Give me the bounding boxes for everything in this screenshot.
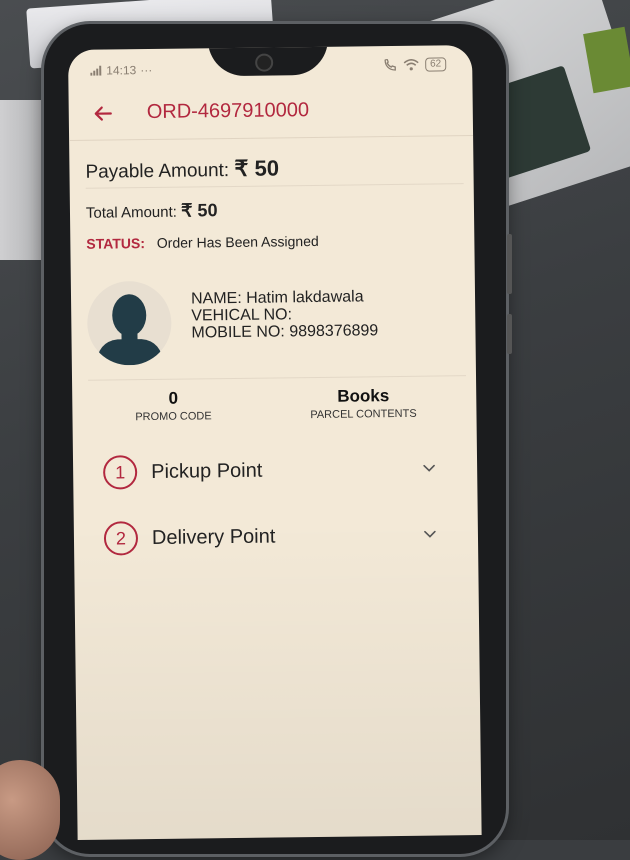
status-bar: 14:13 ··· 62 <box>68 57 472 82</box>
vehicle-label: VEHICAL NO: <box>191 306 292 324</box>
status-text: Order Has Been Assigned <box>157 233 319 251</box>
payable-value: ₹ 50 <box>234 155 279 181</box>
driver-name: Hatim lakdawala <box>246 288 364 306</box>
finger <box>0 760 60 860</box>
driver-name-row: NAME: Hatim lakdawala <box>191 288 378 307</box>
volume-button <box>507 234 512 294</box>
avatar <box>87 281 172 366</box>
order-status: STATUS: Order Has Been Assigned <box>86 231 464 252</box>
delivery-point-row[interactable]: 2 Delivery Point <box>104 518 438 556</box>
payable-label: Payable Amount: <box>85 160 229 183</box>
call-icon <box>383 59 397 71</box>
parcel-contents-label: PARCEL CONTENTS <box>298 408 428 422</box>
promo-code-value: 0 <box>128 388 218 409</box>
divider <box>86 183 464 189</box>
status-dots: ··· <box>140 63 152 77</box>
status-label: STATUS: <box>86 235 145 252</box>
driver-info: NAME: Hatim lakdawala VEHICAL NO: MOBILE… <box>191 288 378 341</box>
parcel-contents-stat: Books PARCEL CONTENTS <box>298 386 428 422</box>
mobile-row: MOBILE NO: 9898376899 <box>191 322 378 341</box>
order-stats: 0 PROMO CODE Books PARCEL CONTENTS <box>88 385 466 430</box>
status-time: 14:13 <box>106 63 136 77</box>
pickup-point-label: Pickup Point <box>151 459 262 483</box>
parcel-contents-value: Books <box>298 386 428 408</box>
status-right: 62 <box>383 57 446 72</box>
chevron-down-icon[interactable] <box>421 460 437 476</box>
order-id-title: ORD-4697910000 <box>147 99 310 124</box>
promo-code-label: PROMO CODE <box>128 410 218 423</box>
chevron-down-icon[interactable] <box>422 526 438 542</box>
total-amount: Total Amount: ₹ 50 <box>86 197 464 223</box>
app-header: ORD-4697910000 <box>68 85 473 141</box>
phone-screen: 14:13 ··· 62 ORD-4697910000 Payable Amou… <box>68 45 482 840</box>
power-button <box>507 314 512 354</box>
delivery-point-label: Delivery Point <box>152 525 276 550</box>
payable-amount: Payable Amount: ₹ 50 <box>85 153 463 184</box>
name-label: NAME: <box>191 290 242 308</box>
battery-indicator: 62 <box>425 57 446 71</box>
total-value: ₹ 50 <box>181 200 218 220</box>
mobile-label: MOBILE NO: <box>191 323 285 341</box>
mobile-number[interactable]: 9898376899 <box>289 322 378 340</box>
total-label: Total Amount: <box>86 204 177 222</box>
back-arrow-icon[interactable] <box>91 101 115 125</box>
promo-code-stat: 0 PROMO CODE <box>128 388 218 423</box>
status-left: 14:13 ··· <box>90 63 152 78</box>
delivery-number-badge: 2 <box>104 521 138 555</box>
divider <box>88 375 466 381</box>
signal-icon <box>90 66 102 76</box>
pickup-point-row[interactable]: 1 Pickup Point <box>103 452 437 490</box>
person-silhouette-icon <box>87 281 172 366</box>
pickup-number-badge: 1 <box>103 455 137 489</box>
wifi-icon <box>403 59 419 71</box>
